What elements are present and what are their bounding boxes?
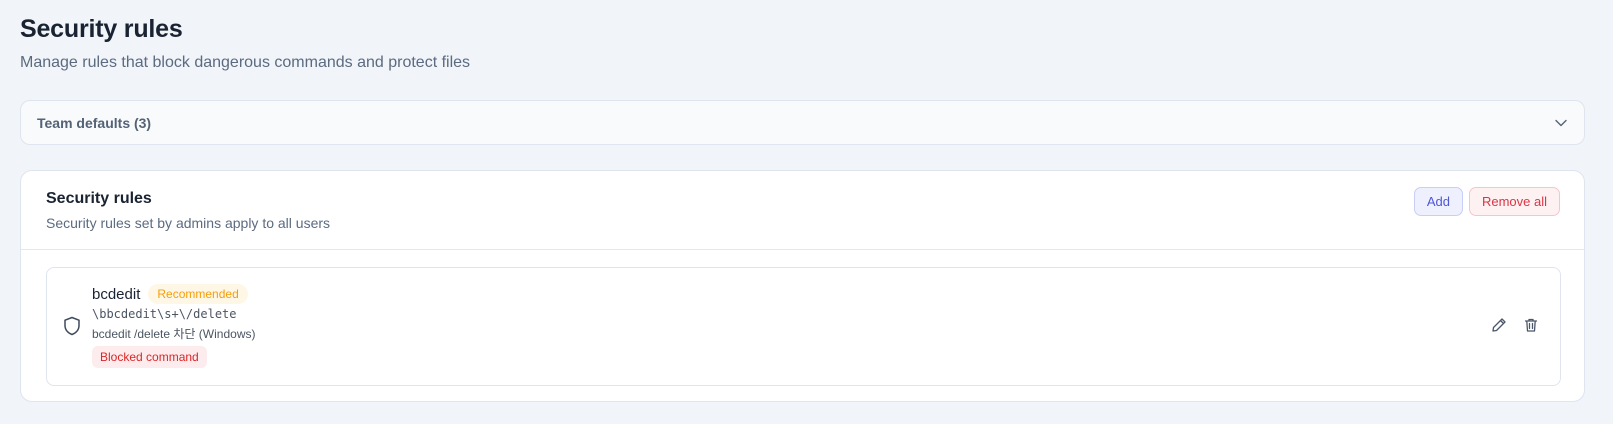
team-defaults-toggle[interactable]: Team defaults (3)	[20, 100, 1585, 145]
delete-icon[interactable]	[1522, 316, 1540, 334]
team-defaults-label: Team defaults (3)	[37, 114, 152, 131]
rule-name: bcdedit	[92, 285, 141, 303]
card-header: Security rules Security rules set by adm…	[21, 171, 1584, 250]
card-subtitle: Security rules set by admins apply to al…	[46, 215, 331, 231]
rule-pattern: \bbcdedit\s+\/delete	[92, 307, 237, 321]
header-actions: Add Remove all	[1413, 187, 1560, 216]
rule-name-row: bcdedit Recommended	[92, 284, 248, 304]
security-rules-page: Security rules Manage rules that block d…	[0, 0, 1613, 424]
rule-item: bcdedit Recommended \bbcdedit\s+\/delete…	[46, 267, 1561, 386]
card-title: Security rules	[46, 190, 152, 207]
add-rule-button[interactable]: Add	[1413, 187, 1463, 216]
recommended-badge: Recommended	[148, 284, 248, 304]
edit-icon[interactable]	[1490, 316, 1508, 334]
rule-actions	[1490, 316, 1540, 334]
rule-type-badge: Blocked command	[92, 346, 207, 368]
rule-description: bcdedit /delete 차단 (Windows)	[92, 327, 256, 341]
page-subtitle: Manage rules that block dangerous comman…	[20, 54, 471, 71]
remove-all-button[interactable]: Remove all	[1468, 187, 1560, 216]
security-rules-card: Security rules Security rules set by adm…	[20, 170, 1585, 402]
chevron-down-icon	[1554, 116, 1568, 130]
shield-icon	[63, 316, 81, 336]
page-title: Security rules	[20, 15, 183, 43]
